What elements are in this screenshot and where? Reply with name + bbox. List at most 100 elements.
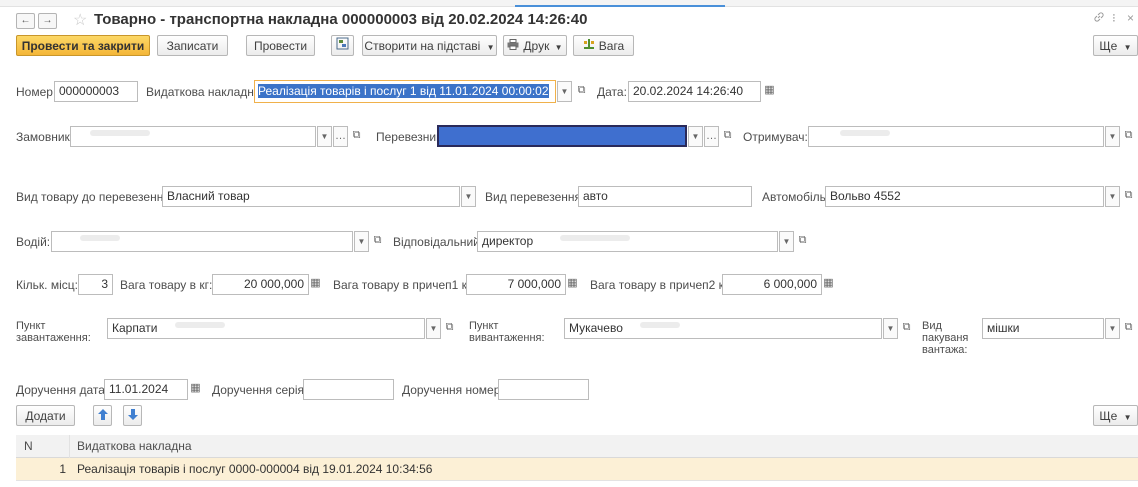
packaging-dropdown-button[interactable]: ▼ — [1105, 318, 1120, 339]
carrier-label: Перевезник: — [376, 130, 445, 144]
move-up-button[interactable] — [93, 405, 112, 426]
weight-label: Вага — [598, 39, 625, 53]
weight-button[interactable]: Вага — [573, 35, 634, 56]
weight-calculator-button[interactable]: ▦ — [308, 274, 323, 295]
close-icon[interactable]: × — [1127, 11, 1134, 25]
more-actions-dropdown[interactable]: Ще ▼ — [1093, 35, 1138, 56]
packaging-open-button[interactable]: ⧉ — [1121, 318, 1136, 339]
vehicle-open-button[interactable]: ⧉ — [1121, 186, 1136, 207]
chevron-down-icon: ▼ — [464, 192, 473, 201]
chevron-down-icon: ▼ — [782, 237, 791, 246]
date-label: Дата: — [597, 85, 627, 99]
document-structure-icon — [336, 37, 349, 53]
structure-button[interactable] — [331, 35, 354, 56]
active-tab-indicator — [515, 5, 725, 7]
invoice-dropdown-button[interactable]: ▼ — [557, 81, 572, 102]
weight-label: Вага товару в кг: — [120, 278, 213, 292]
arrow-right-icon: → — [42, 15, 53, 26]
carrier-select-button[interactable]: … — [704, 126, 719, 147]
receiver-dropdown-button[interactable]: ▼ — [1105, 126, 1120, 147]
add-row-button[interactable]: Додати — [16, 405, 75, 426]
back-button[interactable]: ← — [16, 13, 35, 29]
transport-type-label: Вид перевезення: — [485, 190, 585, 204]
row-number-cell[interactable]: 1 — [16, 462, 66, 476]
unloading-point-field[interactable]: Мукачево — [564, 318, 882, 339]
customer-open-button[interactable]: ⧉ — [349, 126, 364, 147]
forward-button[interactable]: → — [38, 13, 57, 29]
star-icon[interactable]: ☆ — [73, 10, 87, 30]
calculator-icon: ▦ — [567, 277, 578, 289]
vehicle-dropdown-button[interactable]: ▼ — [1105, 186, 1120, 207]
customer-select-button[interactable]: … — [333, 126, 348, 147]
more-label: Ще — [1099, 409, 1118, 423]
carrier-open-button[interactable]: ⧉ — [720, 126, 735, 147]
date-calendar-button[interactable]: ▦ — [762, 81, 777, 102]
goods-type-dropdown-button[interactable]: ▼ — [461, 186, 476, 207]
customer-dropdown-button[interactable]: ▼ — [317, 126, 332, 147]
table-more-dropdown[interactable]: Ще ▼ — [1093, 405, 1138, 426]
page-title: Товарно - транспортна накладна 000000003… — [94, 11, 588, 28]
weight-trailer1-field[interactable]: 7 000,000 — [466, 274, 566, 295]
responsible-dropdown-button[interactable]: ▼ — [779, 231, 794, 252]
proxy-date-calendar-button[interactable]: ▦ — [188, 379, 203, 400]
proxy-number-label: Доручення номер: — [402, 383, 504, 397]
weight-trailer1-calculator-button[interactable]: ▦ — [565, 274, 580, 295]
more-vertical-icon[interactable]: ⁝ — [1112, 11, 1116, 25]
open-window-icon: ⧉ — [577, 84, 586, 96]
weight-trailer2-field[interactable]: 6 000,000 — [722, 274, 822, 295]
weight-trailer2-label: Вага товару в причеп2 кг: — [590, 278, 732, 292]
column-header-n[interactable]: N — [24, 439, 33, 453]
weight-trailer2-calculator-button[interactable]: ▦ — [821, 274, 836, 295]
post-and-close-button[interactable]: Провести та закрити — [16, 35, 150, 56]
tab-strip — [0, 0, 1138, 7]
chevron-down-icon: ▼ — [1123, 43, 1132, 52]
invoice-open-button[interactable]: ⧉ — [574, 81, 589, 102]
create-based-label: Створити на підставі — [364, 39, 481, 53]
save-button[interactable]: Записати — [157, 35, 228, 56]
places-field[interactable]: 3 — [78, 274, 113, 295]
printer-icon — [507, 36, 519, 57]
goods-type-field[interactable]: Власний товар — [162, 186, 460, 207]
transport-type-field[interactable]: авто — [578, 186, 752, 207]
link-icon[interactable] — [1093, 11, 1105, 26]
number-label: Номер: — [16, 85, 57, 99]
number-field[interactable]: 000000003 — [54, 81, 138, 102]
proxy-number-field[interactable] — [498, 379, 589, 400]
unloading-point-dropdown-button[interactable]: ▼ — [883, 318, 898, 339]
chevron-down-icon: ▼ — [886, 324, 895, 333]
row-invoice-cell[interactable]: Реалізація товарів і послуг 0000-000004 … — [77, 462, 432, 476]
scales-icon — [583, 36, 595, 57]
customer-label: Замовник: — [16, 130, 74, 144]
more-label: Ще — [1099, 39, 1118, 53]
create-based-on-dropdown[interactable]: Створити на підставі ▼ — [362, 35, 497, 56]
print-dropdown[interactable]: Друк ▼ — [503, 35, 567, 56]
unloading-point-open-button[interactable]: ⧉ — [899, 318, 914, 339]
loading-point-field[interactable]: Карпати — [107, 318, 425, 339]
date-field[interactable]: 20.02.2024 14:26:40 — [628, 81, 761, 102]
ellipsis-icon: … — [335, 130, 346, 142]
weight-field[interactable]: 20 000,000 — [212, 274, 309, 295]
proxy-series-field[interactable] — [303, 379, 394, 400]
carrier-field[interactable] — [437, 125, 687, 147]
redacted-text — [640, 322, 680, 328]
loading-point-label: Пункт завантаження: — [16, 320, 91, 344]
move-down-button[interactable] — [123, 405, 142, 426]
carrier-dropdown-button[interactable]: ▼ — [688, 126, 703, 147]
invoice-field[interactable]: Реалізація товарів і послуг 1 від 11.01.… — [254, 80, 556, 103]
table-bottom-line — [16, 480, 1138, 481]
driver-dropdown-button[interactable]: ▼ — [354, 231, 369, 252]
column-header-invoice[interactable]: Видаткова накладна — [77, 439, 192, 453]
responsible-open-button[interactable]: ⧉ — [795, 231, 810, 252]
proxy-date-field[interactable]: 11.01.2024 — [104, 379, 188, 400]
packaging-label: Вид пакуваня вантажа: — [922, 320, 969, 356]
loading-point-open-button[interactable]: ⧉ — [442, 318, 457, 339]
arrow-down-icon — [127, 409, 138, 423]
receiver-open-button[interactable]: ⧉ — [1121, 126, 1136, 147]
chevron-down-icon: ▼ — [486, 43, 495, 52]
vehicle-field[interactable]: Вольво 4552 — [825, 186, 1104, 207]
packaging-field[interactable]: мішки — [982, 318, 1104, 339]
places-label: Кільк. місц: — [16, 278, 78, 292]
post-button[interactable]: Провести — [246, 35, 315, 56]
loading-point-dropdown-button[interactable]: ▼ — [426, 318, 441, 339]
driver-open-button[interactable]: ⧉ — [370, 231, 385, 252]
